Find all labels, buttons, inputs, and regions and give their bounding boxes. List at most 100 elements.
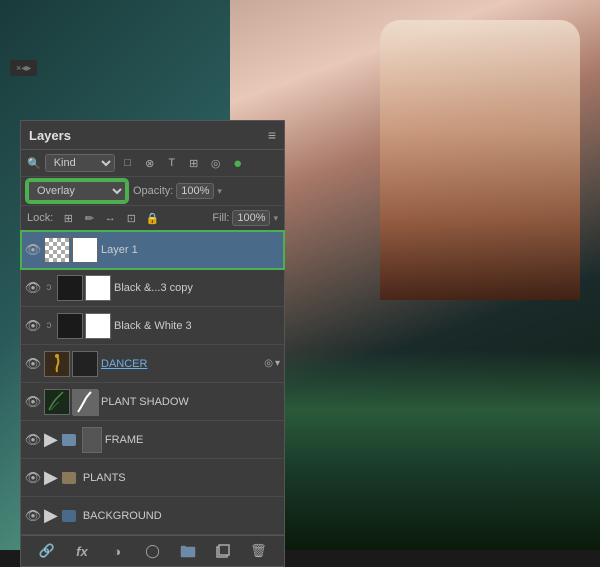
- layer-mask-frame: [82, 427, 102, 453]
- layer-thumb-black3copy: [57, 275, 83, 301]
- fill-label: Fill:: [212, 212, 229, 224]
- layer-name-plant-shadow: PLANT SHADOW: [101, 396, 280, 408]
- layer-thumb-dancer: [44, 351, 70, 377]
- visibility-icon-layer1[interactable]: 👁: [25, 242, 41, 258]
- layers-panel-body: Layers ≡ 🔍 Kind Name Effect □ ⊗ T ⊞ ◎ ● …: [20, 120, 285, 567]
- visibility-icon-plants[interactable]: 👁: [25, 470, 41, 486]
- layer-name-black3copy: Black &...3 copy: [114, 282, 280, 294]
- folder-icon-background: [62, 510, 76, 522]
- layer-item-background[interactable]: 👁 ▶ BACKGROUND: [21, 497, 284, 535]
- folder-expand-icon-frame[interactable]: ▶: [44, 429, 58, 450]
- lock-transparency-icon[interactable]: ⊞: [59, 209, 77, 227]
- lock-artboard-icon[interactable]: ⊡: [122, 209, 140, 227]
- footer-folder-icon[interactable]: [178, 541, 198, 561]
- footer-adjustment-icon[interactable]: ◑: [107, 541, 127, 561]
- layer-mask-black3copy: [85, 275, 111, 301]
- layer-item-black3copy[interactable]: 👁 ↄ Black &...3 copy: [21, 269, 284, 307]
- lock-label: Lock:: [27, 212, 53, 224]
- folder-new-svg: [180, 544, 196, 558]
- fill-value[interactable]: 100%: [232, 210, 270, 226]
- layer-item-frame[interactable]: 👁 ▶ FRAME: [21, 421, 284, 459]
- panel-drag-bar[interactable]: × ◂▸: [10, 60, 37, 76]
- layer-mask-plant-shadow: [72, 389, 98, 415]
- layer-thumb-black3: [57, 313, 83, 339]
- layer-item-plant-shadow[interactable]: 👁: [21, 383, 284, 421]
- panel-title: Layers: [29, 128, 71, 143]
- panel-menu-icon[interactable]: ≡: [268, 127, 276, 143]
- lock-paint-icon[interactable]: ✏: [80, 209, 98, 227]
- new-layer-svg: [216, 544, 230, 558]
- fill-row: Fill: 100% ▾: [212, 210, 278, 226]
- layer-thumbs-layer1: [44, 237, 98, 263]
- layer-badge-dancer: ◎ ▾: [264, 358, 280, 369]
- opacity-row: Opacity: 100% ▾: [133, 183, 278, 199]
- layer-name-layer1: Layer 1: [101, 244, 280, 256]
- layer-list: 👁 Layer 1 👁 ↄ Black &...3 copy 👁: [21, 231, 284, 535]
- visibility-icon-plant-shadow[interactable]: 👁: [25, 394, 41, 410]
- filter-smart-icon[interactable]: ◎: [207, 154, 225, 172]
- layer-mask-black3: [85, 313, 111, 339]
- badge-arrow[interactable]: ▾: [275, 358, 280, 369]
- visibility-icon-black3copy[interactable]: 👁: [25, 280, 41, 296]
- filter-toggle[interactable]: ●: [229, 154, 247, 172]
- layer-name-frame: FRAME: [105, 434, 280, 446]
- blend-mode-select[interactable]: Overlay Normal Multiply Screen Dissolve: [27, 180, 127, 202]
- filter-row: 🔍 Kind Name Effect □ ⊗ T ⊞ ◎ ●: [21, 150, 284, 177]
- layer-item-layer1[interactable]: 👁 Layer 1: [21, 231, 284, 269]
- layer-item-black3[interactable]: 👁 ↄ Black & White 3: [21, 307, 284, 345]
- layer-item-dancer[interactable]: 👁 DANCER ◎ ▾: [21, 345, 284, 383]
- layer-thumbs-plants: ▶: [44, 467, 80, 488]
- visibility-icon-dancer[interactable]: 👁: [25, 356, 41, 372]
- blend-mode-row: Overlay Normal Multiply Screen Dissolve …: [21, 177, 284, 206]
- plant-mask-svg: [73, 390, 99, 416]
- layer-thumbs-dancer: [44, 351, 98, 377]
- folder-icon-plants: [62, 472, 76, 484]
- fill-chevron[interactable]: ▾: [273, 213, 278, 224]
- folder-expand-icon-plants[interactable]: ▶: [44, 467, 58, 488]
- lock-all-icon[interactable]: 🔒: [143, 209, 161, 227]
- footer-link-icon[interactable]: 🔗: [37, 541, 57, 561]
- filter-adjustment-icon[interactable]: ⊗: [141, 154, 159, 172]
- layer-thumb-layer1: [44, 237, 70, 263]
- lock-row: Lock: ⊞ ✏ ↔ ⊡ 🔒 Fill: 100% ▾: [21, 206, 284, 231]
- filter-type-icon[interactable]: T: [163, 154, 181, 172]
- panel-collapse-icon[interactable]: ◂▸: [21, 63, 31, 74]
- plant-thumb-svg: [45, 390, 69, 414]
- visibility-icon-background[interactable]: 👁: [25, 508, 41, 524]
- panel-header: Layers ≡: [21, 121, 284, 150]
- opacity-label: Opacity:: [133, 185, 173, 197]
- footer-trash-icon[interactable]: 🗑: [248, 541, 268, 561]
- dancer-thumb-svg: [45, 352, 69, 376]
- opacity-chevron[interactable]: ▾: [217, 186, 222, 197]
- filter-shape-icon[interactable]: ⊞: [185, 154, 203, 172]
- visibility-icon-frame[interactable]: 👁: [25, 432, 41, 448]
- layer-thumbs-black3copy: [57, 275, 111, 301]
- footer-fx-icon[interactable]: fx: [72, 541, 92, 561]
- smart-object-icon: ◎: [264, 358, 273, 369]
- link-icon-black3copy: ↄ: [44, 282, 54, 293]
- layer-name-background: BACKGROUND: [83, 510, 280, 522]
- folder-expand-icon-background[interactable]: ▶: [44, 505, 58, 526]
- layer-mask-layer1: [72, 237, 98, 263]
- lock-icons: ⊞ ✏ ↔ ⊡ 🔒: [59, 209, 208, 227]
- layer-mask-dancer: [72, 351, 98, 377]
- filter-kind-select[interactable]: Kind Name Effect: [45, 154, 115, 172]
- folder-icon-frame: [62, 434, 76, 446]
- layers-panel: × ◂▸ Layers ≡ 🔍 Kind Name Effect □ ⊗ T ⊞…: [10, 60, 37, 76]
- panel-footer: 🔗 fx ◑ ◯ 🗑: [21, 535, 284, 566]
- layer-thumbs-black3: [57, 313, 111, 339]
- lock-move-icon[interactable]: ↔: [101, 209, 119, 227]
- visibility-icon-black3[interactable]: 👁: [25, 318, 41, 334]
- filter-search-icon: 🔍: [27, 157, 41, 170]
- footer-mask-icon[interactable]: ◯: [142, 541, 162, 561]
- layer-name-black3: Black & White 3: [114, 320, 280, 332]
- opacity-value[interactable]: 100%: [176, 183, 214, 199]
- layer-thumbs-frame: ▶: [44, 427, 102, 453]
- layer-item-plants[interactable]: 👁 ▶ PLANTS: [21, 459, 284, 497]
- footer-new-layer-icon[interactable]: [213, 541, 233, 561]
- layer-thumbs-plant-shadow: [44, 389, 98, 415]
- filter-pixel-icon[interactable]: □: [119, 154, 137, 172]
- layer-name-plants: PLANTS: [83, 472, 280, 484]
- layer-thumb-plant-shadow: [44, 389, 70, 415]
- layer-name-dancer: DANCER: [101, 358, 259, 370]
